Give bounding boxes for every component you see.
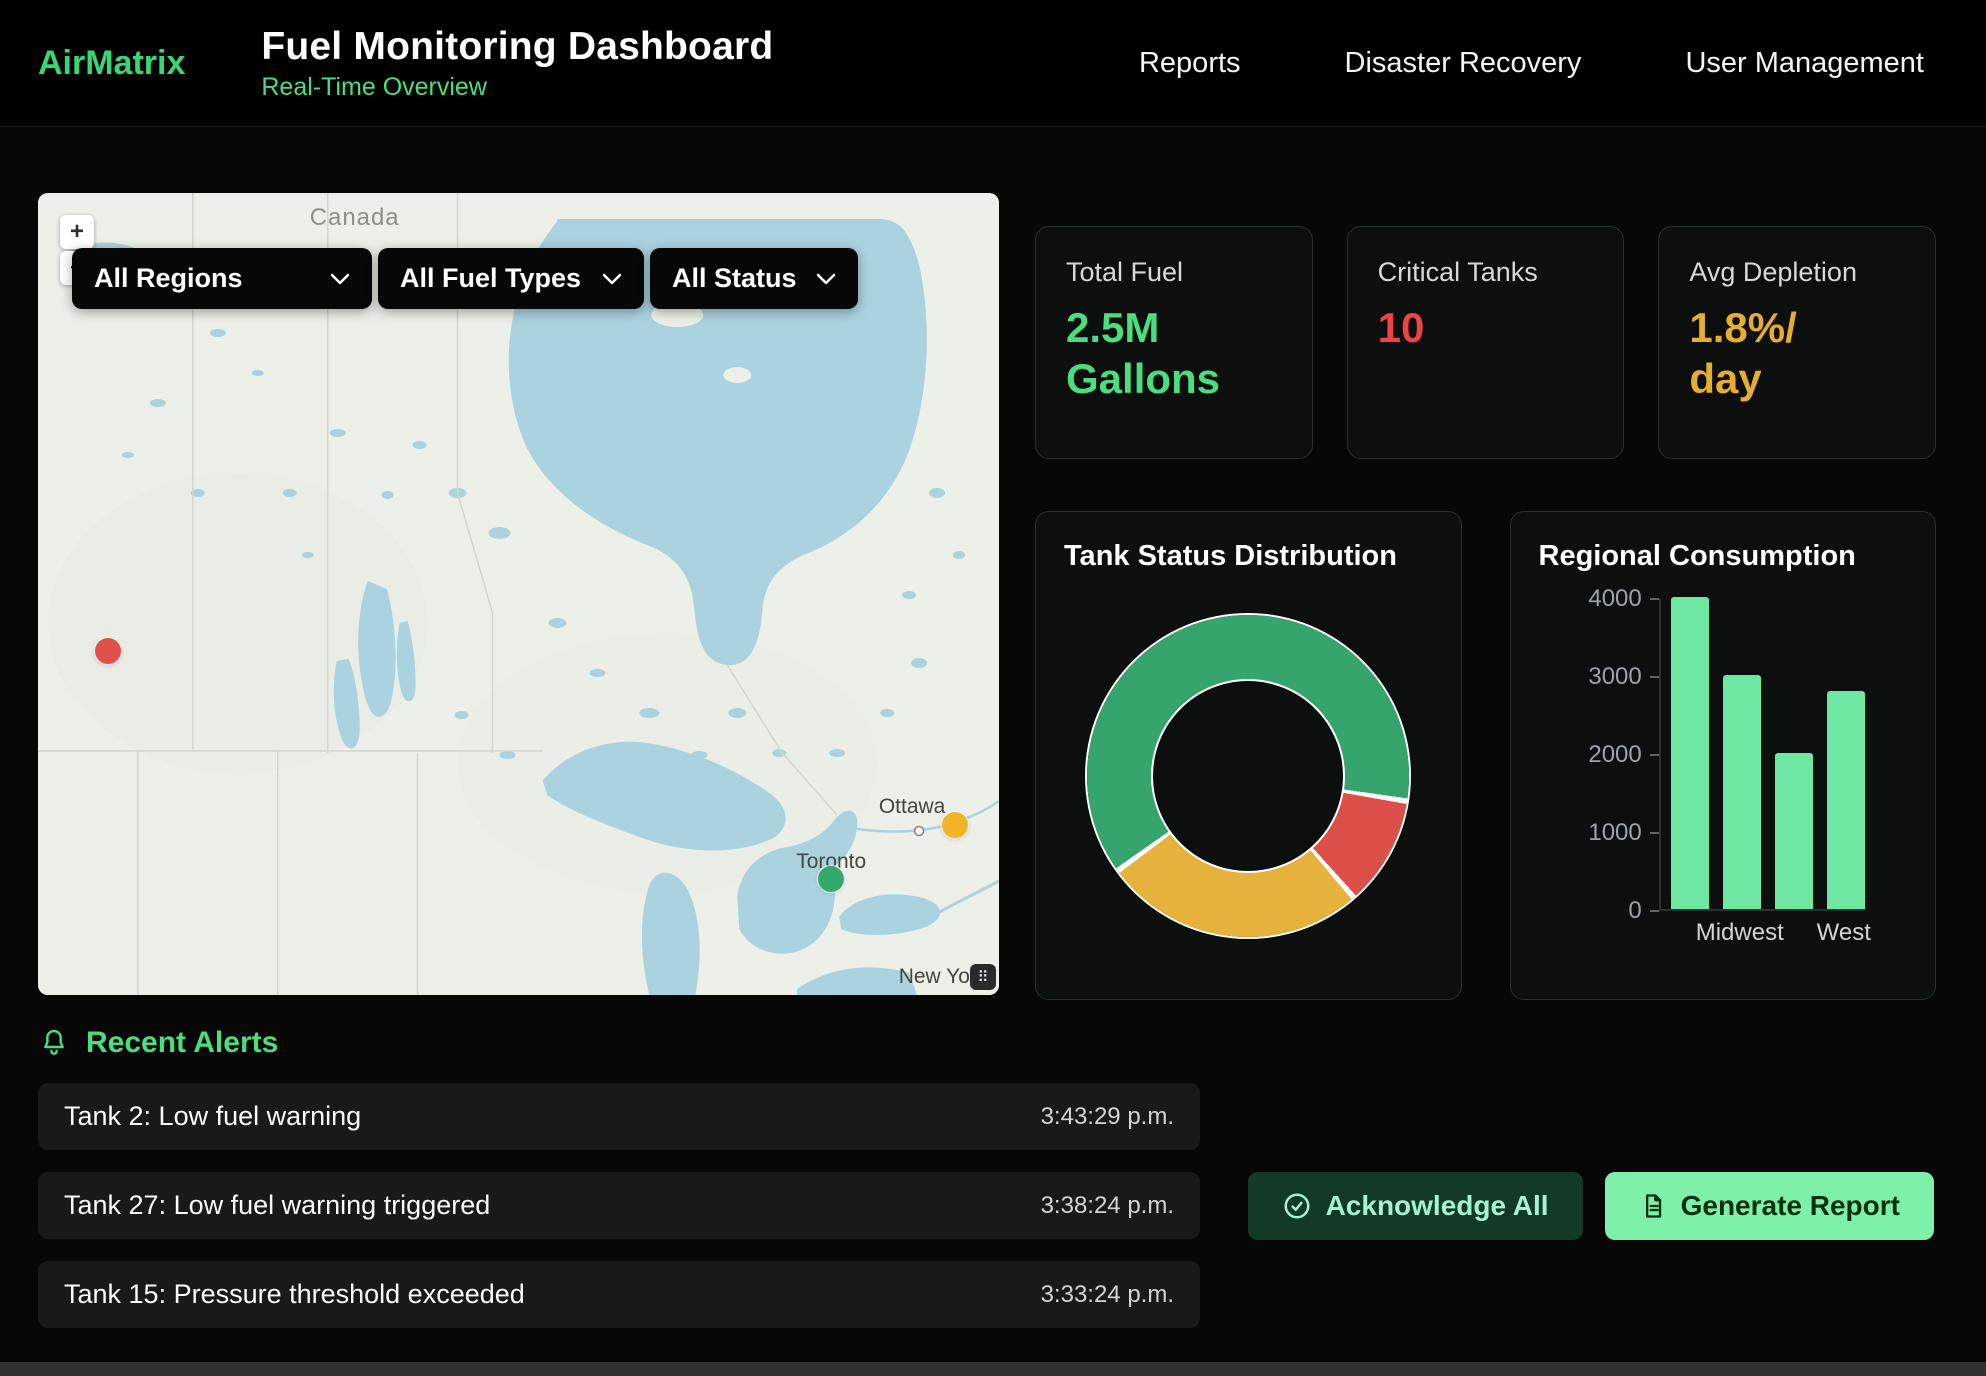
x-tick-label: West [1825,919,1863,947]
y-tick-label: 2000 [1588,742,1658,768]
regional-consumption-title: Regional Consumption [1539,540,1908,573]
page-title: Fuel Monitoring Dashboard [261,25,773,69]
right-column: Total Fuel 2.5M Gallons Critical Tanks 1… [1035,193,1936,1000]
y-tick-label: 3000 [1588,664,1658,690]
chevron-down-icon [602,273,622,285]
regional-consumption-yaxis: 01000200030004000 [1581,599,1659,911]
stat-label: Total Fuel [1066,257,1282,288]
filter-regions-label: All Regions [94,263,243,294]
bell-icon [38,1027,70,1059]
stat-value: 1.8%/ day [1689,302,1905,404]
filter-status-label: All Status [672,263,797,294]
stat-card-critical-tanks: Critical Tanks 10 [1347,226,1625,459]
stats-row: Total Fuel 2.5M Gallons Critical Tanks 1… [1035,226,1936,459]
map-marker-warning[interactable] [942,812,968,838]
regional-consumption-xlabels: Midwest West [1659,919,1865,947]
y-tick-label: 4000 [1588,586,1658,612]
charts-row: Tank Status Distribution Regional Consum… [1035,511,1936,1000]
map-canvas: Canada Ottawa Toronto New York [38,193,999,995]
tank-status-donut-chart [1087,615,1409,937]
app-header: AirMatrix Fuel Monitoring Dashboard Real… [0,0,1986,127]
y-tick-label: 0 [1628,898,1658,924]
bar-1 [1723,675,1761,909]
check-circle-icon [1282,1191,1312,1221]
alert-time: 3:43:29 p.m. [1041,1103,1174,1131]
filter-status-dropdown[interactable]: All Status [650,248,858,309]
alert-list: Tank 2: Low fuel warning 3:43:29 p.m. Ta… [38,1083,1200,1328]
stat-label: Avg Depletion [1689,257,1905,288]
tank-status-title: Tank Status Distribution [1064,540,1433,573]
alert-row[interactable]: Tank 27: Low fuel warning triggered 3:38… [38,1172,1200,1239]
stat-card-avg-depletion: Avg Depletion 1.8%/ day [1658,226,1936,459]
title-block: Fuel Monitoring Dashboard Real-Time Over… [261,25,773,102]
nav-reports[interactable]: Reports [1139,47,1241,80]
regional-consumption-card: Regional Consumption 0 1000 2000 3000 4000 M… [1510,511,1937,1000]
map-marker-critical[interactable] [95,638,121,664]
alert-actions: Acknowledge All Generate Report [1248,1172,1936,1240]
x-tick-label [1773,919,1811,947]
fuel-map[interactable]: Canada Ottawa Toronto New York + − All R… [38,193,999,995]
document-icon [1639,1192,1667,1220]
map-marker-normal[interactable] [818,866,844,892]
alert-row[interactable]: Tank 15: Pressure threshold exceeded 3:3… [38,1261,1200,1328]
filter-fuel-types-dropdown[interactable]: All Fuel Types [378,248,644,309]
generate-report-label: Generate Report [1681,1190,1900,1222]
regional-consumption-chart: 01000200030004000 MidwestWest [1539,599,1908,947]
tank-status-card: Tank Status Distribution [1035,511,1462,1000]
alert-message: Tank 27: Low fuel warning triggered [64,1190,490,1221]
bottom-bar [0,1362,1986,1376]
alert-message: Tank 2: Low fuel warning [64,1101,361,1132]
nav-user-management[interactable]: User Management [1685,47,1924,80]
map-filters: All Regions All Fuel Types All Status [72,248,858,309]
bar-0 [1671,597,1709,909]
map-drag-handle[interactable]: ⠿ [970,964,996,990]
regional-consumption-plot [1659,599,1865,911]
stat-card-total-fuel: Total Fuel 2.5M Gallons [1035,226,1313,459]
chevron-down-icon [330,273,350,285]
y-tick-label: 1000 [1588,820,1658,846]
bar-3 [1827,691,1865,909]
chevron-down-icon [816,273,836,285]
filter-regions-dropdown[interactable]: All Regions [72,248,372,309]
bar-2 [1775,753,1813,909]
acknowledge-all-button[interactable]: Acknowledge All [1248,1172,1583,1240]
acknowledge-all-label: Acknowledge All [1326,1190,1549,1222]
recent-alerts-title: Recent Alerts [86,1026,278,1060]
alert-row[interactable]: Tank 2: Low fuel warning 3:43:29 p.m. [38,1083,1200,1150]
donut-hole [1153,681,1343,871]
x-tick-label: Midwest [1721,919,1759,947]
filter-fuel-types-label: All Fuel Types [400,263,581,294]
ottawa-town-dot [915,827,924,836]
stat-label: Critical Tanks [1378,257,1594,288]
generate-report-button[interactable]: Generate Report [1605,1172,1934,1240]
map-zoom-in-button[interactable]: + [60,215,94,249]
page-subtitle: Real-Time Overview [261,73,773,102]
main-content: Canada Ottawa Toronto New York + − All R… [0,127,1986,1328]
stat-value: 2.5M Gallons [1066,302,1282,404]
map-label-ottawa: Ottawa [879,795,946,818]
main-nav: Reports Disaster Recovery User Managemen… [1139,47,1942,80]
alert-time: 3:38:24 p.m. [1041,1192,1174,1220]
alert-message: Tank 15: Pressure threshold exceeded [64,1279,525,1310]
nav-disaster-recovery[interactable]: Disaster Recovery [1345,47,1582,80]
alert-time: 3:33:24 p.m. [1041,1281,1174,1309]
stat-value: 10 [1378,302,1594,353]
map-label-canada: Canada [310,204,400,231]
recent-alerts-section: Recent Alerts Tank 2: Low fuel warning 3… [38,1026,1936,1328]
app-logo[interactable]: AirMatrix [38,44,185,83]
